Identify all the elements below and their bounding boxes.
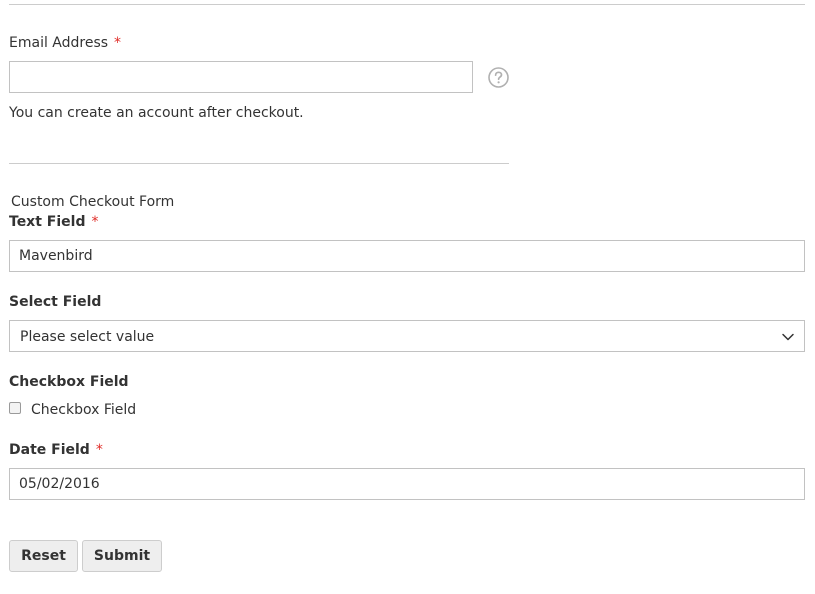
required-asterisk: *	[91, 214, 99, 230]
form-legend: Custom Checkout Form	[11, 194, 175, 210]
date-field-label-text: Date Field	[9, 442, 90, 458]
required-asterisk: *	[114, 35, 122, 51]
required-asterisk: *	[95, 442, 103, 458]
account-note: You can create an account after checkout…	[9, 105, 304, 121]
chevron-down-icon	[782, 333, 794, 341]
text-field-label: Text Field *	[9, 213, 98, 231]
email-label-text: Email Address	[9, 35, 109, 51]
date-field-input[interactable]	[9, 468, 805, 500]
section-divider	[9, 163, 509, 164]
checkout-page: Email Address * You can create an account…	[0, 0, 815, 594]
date-field-label: Date Field *	[9, 441, 103, 459]
select-field-label: Select Field	[9, 294, 102, 310]
checkbox-input[interactable]	[9, 402, 21, 414]
email-label: Email Address *	[9, 34, 121, 52]
top-divider	[9, 4, 805, 5]
reset-button[interactable]: Reset	[9, 540, 78, 572]
email-input[interactable]	[9, 61, 473, 93]
text-field-input[interactable]	[9, 240, 805, 272]
select-field-dropdown[interactable]: Please select value	[9, 320, 805, 352]
select-field-value: Please select value	[20, 329, 155, 345]
checkbox-field-label: Checkbox Field	[9, 374, 129, 390]
text-field-label-text: Text Field	[9, 214, 86, 230]
submit-button[interactable]: Submit	[82, 540, 162, 572]
checkbox-option-label[interactable]: Checkbox Field	[31, 401, 136, 419]
question-circle-icon[interactable]	[488, 67, 509, 88]
